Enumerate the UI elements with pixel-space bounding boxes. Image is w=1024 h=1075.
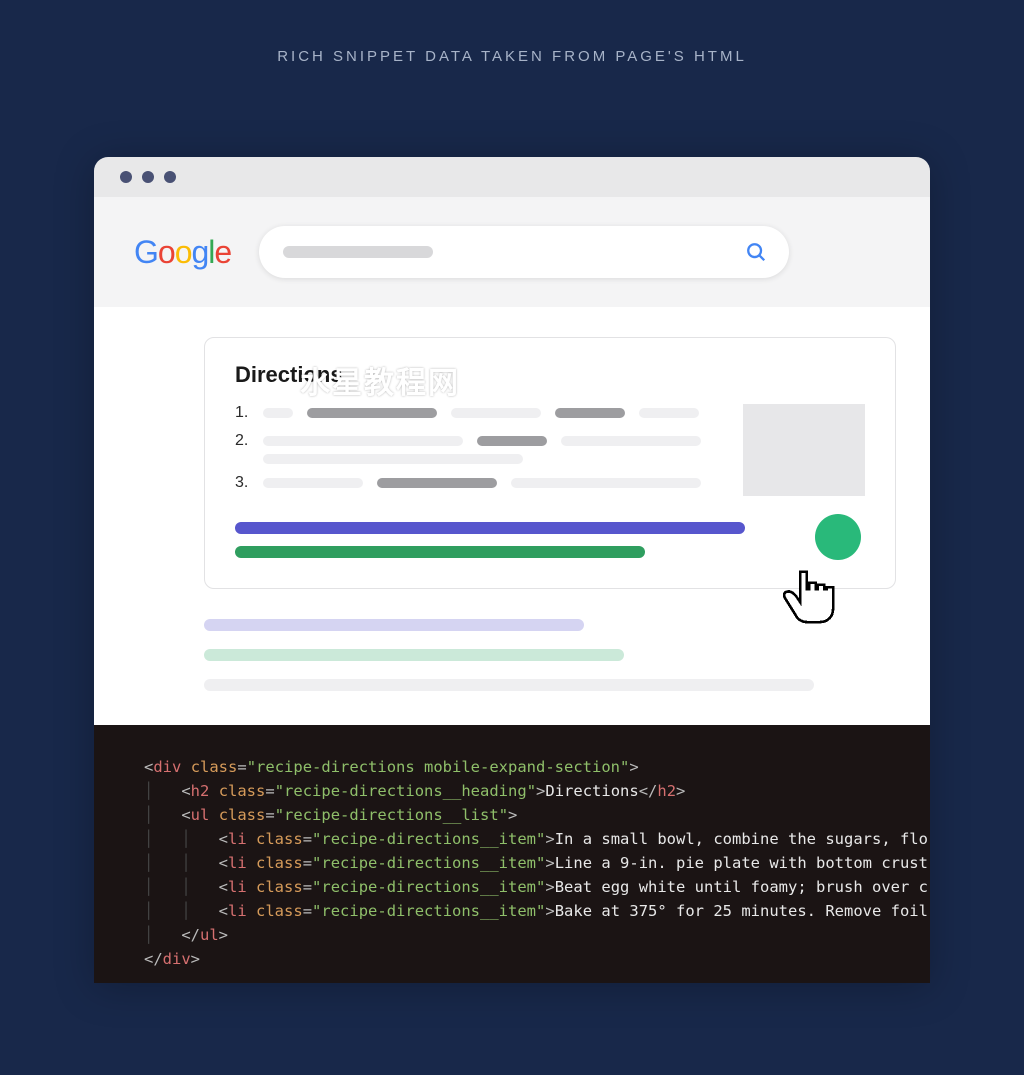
- logo-letter: o: [158, 234, 175, 270]
- logo-letter: G: [134, 234, 158, 270]
- search-query-placeholder: [283, 246, 433, 258]
- search-input[interactable]: [259, 226, 789, 278]
- page-title: RICH SNIPPET DATA TAKEN FROM PAGE'S HTML: [0, 0, 1024, 65]
- directions-list: 1. 2.: [235, 404, 719, 502]
- window-dot-close[interactable]: [120, 171, 132, 183]
- search-header: Google: [94, 197, 930, 307]
- window-dot-zoom[interactable]: [164, 171, 176, 183]
- result-link-title[interactable]: [235, 522, 745, 534]
- rich-snippet-card: Directions 1.: [204, 337, 896, 589]
- google-logo[interactable]: Google: [134, 234, 231, 271]
- result-snippet-line: [204, 679, 814, 691]
- direction-item: 2.: [235, 432, 719, 464]
- logo-letter: o: [175, 234, 192, 270]
- cursor-pointer-icon: [774, 563, 844, 633]
- direction-item: 1.: [235, 404, 719, 422]
- result-link-title[interactable]: [204, 619, 584, 631]
- window-dot-minimize[interactable]: [142, 171, 154, 183]
- logo-letter: e: [214, 234, 231, 270]
- direction-number: 1.: [235, 404, 253, 422]
- snippet-heading: Directions: [235, 362, 865, 388]
- direction-number: 2.: [235, 432, 253, 450]
- snippet-thumbnail: [743, 404, 865, 496]
- html-source-panel: <div class="recipe-directions mobile-exp…: [94, 725, 930, 983]
- result-link-url[interactable]: [235, 546, 645, 558]
- expand-badge[interactable]: [815, 514, 861, 560]
- browser-titlebar: [94, 157, 930, 197]
- direction-item: 3.: [235, 474, 719, 492]
- search-icon[interactable]: [745, 241, 767, 263]
- logo-letter: g: [191, 234, 208, 270]
- result-link-url[interactable]: [204, 649, 624, 661]
- direction-number: 3.: [235, 474, 253, 492]
